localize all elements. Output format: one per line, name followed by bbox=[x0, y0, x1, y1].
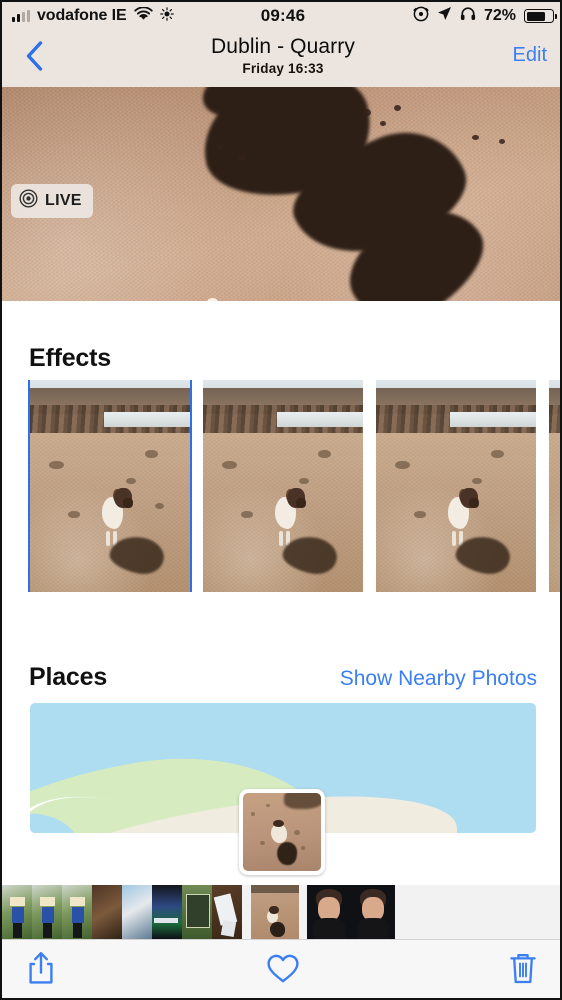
effect-thumbnail-image bbox=[376, 380, 536, 592]
filmstrip-thumb-portrait-2[interactable] bbox=[351, 885, 395, 939]
effect-thumbnail-image bbox=[203, 380, 363, 592]
sun-icon bbox=[159, 6, 174, 26]
share-button[interactable] bbox=[10, 940, 72, 998]
effect-option-long-exposure[interactable] bbox=[549, 380, 560, 592]
sand-speck bbox=[217, 145, 223, 150]
live-photo-label: LIVE bbox=[45, 192, 82, 209]
effects-heading: Effects bbox=[29, 344, 111, 372]
places-heading: Places bbox=[29, 663, 108, 691]
effects-carousel[interactable]: Live Loop bbox=[2, 380, 560, 592]
filmstrip-thumb-paper[interactable] bbox=[212, 885, 242, 939]
battery-percent-label: 72% bbox=[483, 7, 516, 24]
filmstrip-thumb-poster[interactable] bbox=[182, 885, 212, 939]
navigation-bar: Dublin - Quarry Friday 16:33 Edit bbox=[2, 30, 560, 87]
map-pin-thumbnail bbox=[243, 793, 321, 871]
photo-filmstrip[interactable] bbox=[2, 885, 560, 939]
filmstrip-thumb-mountain[interactable] bbox=[122, 885, 152, 939]
wifi-icon bbox=[133, 5, 153, 26]
live-photo-badge[interactable]: LIVE bbox=[11, 184, 93, 218]
sand-speck bbox=[499, 139, 505, 144]
effect-thumbnail-image bbox=[30, 380, 190, 592]
show-nearby-photos-button[interactable]: Show Nearby Photos bbox=[340, 667, 537, 691]
filmstrip-thumb-runner-1[interactable] bbox=[2, 885, 32, 939]
sand-speck bbox=[362, 109, 371, 116]
favorite-button[interactable] bbox=[252, 940, 314, 998]
status-bar-right: 72% bbox=[413, 6, 557, 27]
battery-icon bbox=[524, 9, 557, 23]
page-title: Dublin - Quarry bbox=[211, 35, 355, 58]
carrier-label: vodafone IE bbox=[37, 7, 127, 24]
status-bar-left: vodafone IE bbox=[12, 5, 413, 26]
photos-detail-screen: vodafone IE 09:46 72% Dublin - Quarry Fr… bbox=[0, 0, 562, 1000]
share-icon bbox=[26, 950, 56, 991]
edit-button[interactable]: Edit bbox=[513, 44, 547, 67]
filmstrip-thumb-ground[interactable] bbox=[92, 885, 122, 939]
sand-speck bbox=[380, 121, 386, 126]
location-arrow-icon bbox=[437, 6, 452, 26]
places-section-header: Places Show Nearby Photos bbox=[2, 663, 560, 692]
filmstrip-thumb-runner-2[interactable] bbox=[32, 885, 62, 939]
map-photo-pin[interactable] bbox=[239, 789, 325, 875]
alarm-circle-icon bbox=[413, 6, 429, 27]
filmstrip-thumb-beach-dog[interactable] bbox=[251, 885, 299, 939]
hero-photo[interactable]: LIVE bbox=[2, 87, 560, 301]
headphones-icon bbox=[460, 6, 476, 26]
filmstrip-thumb-runner-3[interactable] bbox=[62, 885, 92, 939]
effect-option-bounce[interactable]: Bounce bbox=[376, 380, 536, 592]
effect-option-live[interactable]: Live bbox=[28, 380, 192, 592]
sand-speck bbox=[472, 135, 479, 140]
effects-section-header: Effects bbox=[2, 344, 560, 373]
filmstrip-thumb-portrait-1[interactable] bbox=[307, 885, 351, 939]
effect-thumbnail-image bbox=[549, 380, 560, 592]
effect-option-loop[interactable]: Loop bbox=[203, 380, 363, 592]
cellular-signal-icon bbox=[12, 10, 30, 22]
sand-speck bbox=[394, 105, 401, 111]
sand-speck bbox=[238, 155, 246, 161]
page-subtitle: Friday 16:33 bbox=[242, 61, 324, 76]
bottom-toolbar bbox=[2, 939, 560, 998]
delete-button[interactable] bbox=[492, 940, 554, 998]
trash-icon bbox=[508, 951, 538, 990]
heart-icon bbox=[266, 953, 300, 989]
filmstrip-thumb-screen[interactable] bbox=[152, 885, 182, 939]
live-photo-icon bbox=[19, 189, 38, 213]
status-bar: vodafone IE 09:46 72% bbox=[2, 2, 560, 30]
